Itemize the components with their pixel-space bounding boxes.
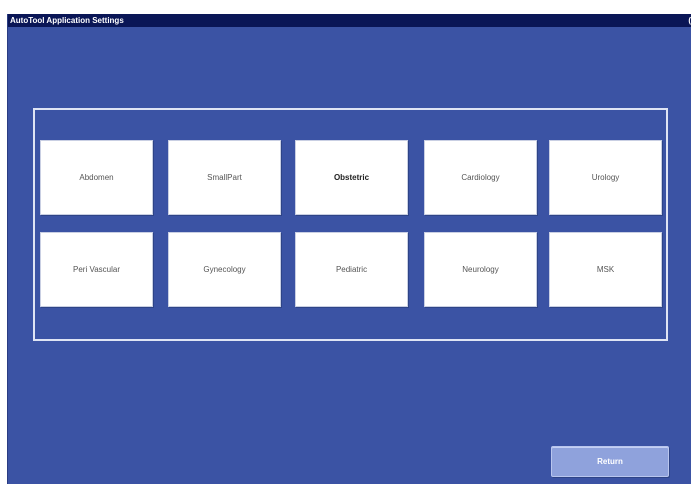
obstetric-button[interactable]: Obstetric [295, 140, 408, 215]
neurology-button[interactable]: Neurology [424, 232, 537, 307]
application-grid: Abdomen SmallPart Obstetric Cardiology U… [40, 140, 664, 316]
smallpart-button[interactable]: SmallPart [168, 140, 281, 215]
urology-button[interactable]: Urology [549, 140, 662, 215]
peri-vascular-button[interactable]: Peri Vascular [40, 232, 153, 307]
settings-window: AutoTool Application Settings ( Abdomen … [7, 14, 691, 484]
window-title: AutoTool Application Settings [10, 16, 124, 25]
cardiology-button[interactable]: Cardiology [424, 140, 537, 215]
abdomen-button[interactable]: Abdomen [40, 140, 153, 215]
msk-button[interactable]: MSK [549, 232, 662, 307]
pediatric-button[interactable]: Pediatric [295, 232, 408, 307]
return-button[interactable]: Return [551, 446, 669, 477]
gynecology-button[interactable]: Gynecology [168, 232, 281, 307]
title-bar: AutoTool Application Settings ( [8, 14, 691, 27]
